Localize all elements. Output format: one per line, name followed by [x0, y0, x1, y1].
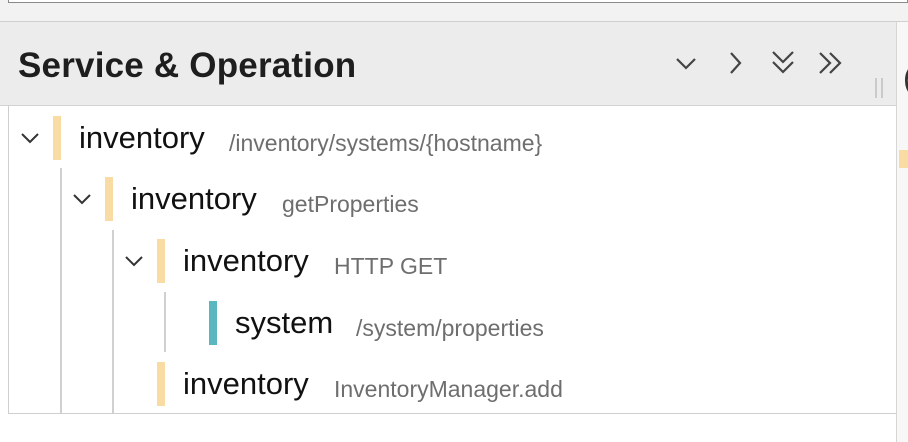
tree-row[interactable]: system /system/properties: [9, 297, 896, 347]
expand-all-button[interactable]: [814, 48, 848, 78]
operation-name: getProperties: [282, 191, 419, 217]
column-resize-handle[interactable]: [872, 78, 886, 98]
chevron-down-icon[interactable]: [71, 188, 93, 210]
tree-row[interactable]: inventory /inventory/systems/{hostname}: [9, 112, 896, 162]
operation-name: /inventory/systems/{hostname}: [229, 130, 543, 156]
collapse-all-button[interactable]: [766, 48, 800, 78]
service-tree: inventory /inventory/systems/{hostname} …: [8, 106, 896, 414]
operation-name: HTTP GET: [334, 253, 448, 279]
tree-row[interactable]: inventory InventoryManager.add: [9, 358, 896, 408]
adjacent-column-edge: (: [896, 22, 908, 442]
chevron-down-icon[interactable]: [19, 127, 41, 149]
service-name: inventory: [183, 243, 309, 278]
chevron-down-icon: [676, 58, 696, 70]
tree-bottom-border: [8, 413, 896, 414]
service-name: inventory: [131, 181, 257, 216]
tree-row[interactable]: inventory getProperties: [9, 173, 896, 223]
span-color-bar: [157, 239, 165, 283]
service-name: inventory: [183, 366, 309, 401]
top-panel-edge: [0, 0, 908, 22]
tree-row[interactable]: inventory HTTP GET: [9, 235, 896, 285]
chevron-down-icon[interactable]: [123, 250, 145, 272]
column-title: Service & Operation: [18, 46, 357, 85]
adjacent-column-title-fragment: (: [903, 60, 908, 97]
expand-one-level-button[interactable]: [718, 48, 752, 78]
top-panel-frame: [8, 0, 908, 3]
service-operation-header: Service & Operation: [0, 22, 896, 106]
span-color-bar: [105, 177, 113, 221]
span-color-bar: [53, 116, 61, 160]
double-chevron-right-icon: [819, 52, 842, 74]
double-chevron-down-icon: [772, 51, 794, 74]
span-color-bar: [157, 362, 165, 406]
span-color-bar: [209, 301, 217, 345]
service-name: inventory: [79, 120, 205, 155]
service-name: system: [235, 305, 334, 340]
chevron-right-icon: [730, 52, 742, 74]
operation-name: /system/properties: [356, 315, 544, 341]
collapse-one-level-button[interactable]: [669, 48, 703, 78]
span-bar-fragment: [899, 150, 908, 168]
operation-name: InventoryManager.add: [334, 376, 563, 402]
